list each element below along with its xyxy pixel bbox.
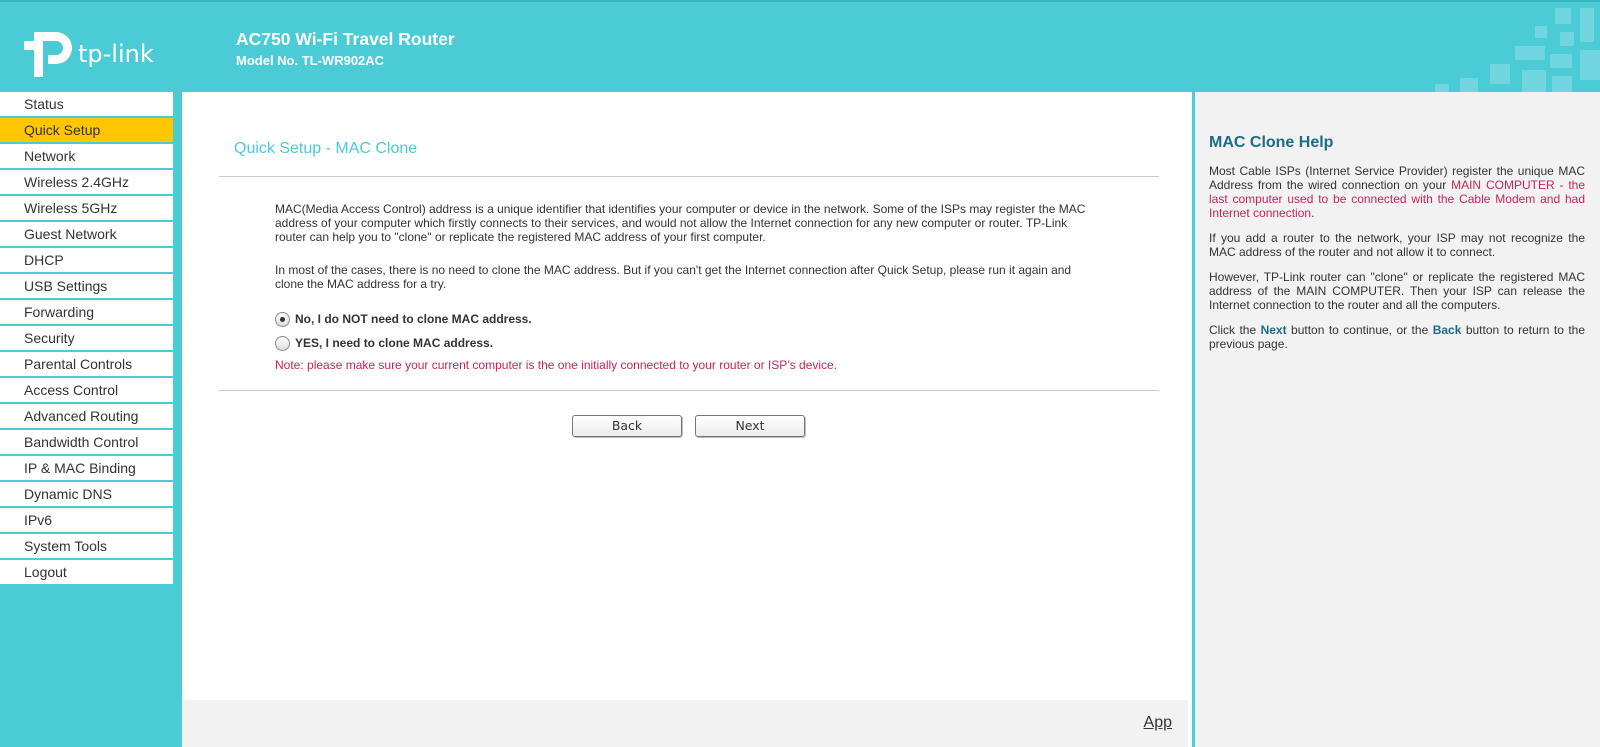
sidebar-item-ip-mac-binding[interactable]: IP & MAC Binding [0,456,173,480]
help-title: MAC Clone Help [1209,134,1334,151]
option-no-clone-label: No, I do NOT need to clone MAC address. [295,312,532,326]
divider-bottom [219,390,1159,391]
help-paragraph-3: However, TP-Link router can "clone" or r… [1209,270,1585,312]
help-panel: MAC Clone Help Most Cable ISPs (Internet… [1195,92,1600,747]
sidebar-item-security[interactable]: Security [0,326,173,350]
product-title: AC750 Wi-Fi Travel Router [236,29,455,49]
divider-top [219,176,1159,177]
main-panel: Quick Setup - MAC Clone MAC(Media Access… [182,92,1192,747]
sidebar-item-bandwidth-control[interactable]: Bandwidth Control [0,430,173,454]
sidebar-item-dynamic-dns[interactable]: Dynamic DNS [0,482,173,506]
sidebar-item-network[interactable]: Network [0,144,173,168]
sidebar-item-ipv6[interactable]: IPv6 [0,508,173,532]
sidebar-item-system-tools[interactable]: System Tools [0,534,173,558]
sidebar-item-status[interactable]: Status [0,92,173,116]
option-yes-clone-label: YES, I need to clone MAC address. [295,336,494,350]
warning-note: Note: please make sure your current comp… [275,358,838,372]
help-text: Click the [1209,323,1261,337]
sidebar-item-wireless-5ghz[interactable]: Wireless 5GHz [0,196,173,220]
sidebar-item-logout[interactable]: Logout [0,560,173,584]
help-keyword-next: Next [1260,323,1287,337]
sidebar-item-wireless-2-4ghz[interactable]: Wireless 2.4GHz [0,170,173,194]
sidebar-item-forwarding[interactable]: Forwarding [0,300,173,324]
sidebar-item-advanced-routing[interactable]: Advanced Routing [0,404,173,428]
option-no-clone[interactable]: No, I do NOT need to clone MAC address. [275,310,532,328]
back-button[interactable]: Back [572,415,682,437]
radio-yes-clone[interactable] [275,335,290,351]
page-title: Quick Setup - MAC Clone [234,140,418,157]
radio-no-clone[interactable] [275,311,290,327]
brand-wordmark: tp-link [78,40,154,68]
sidebar-nav: Status Quick Setup Network Wireless 2.4G… [0,92,173,586]
intro-paragraph-2: In most of the cases, there is no need t… [275,263,1072,291]
help-keyword-back: Back [1432,323,1462,337]
help-paragraph-1: Most Cable ISPs (Internet Service Provid… [1209,164,1585,220]
help-text: . [1311,206,1315,220]
app-link[interactable]: App [1144,714,1172,732]
sidebar-item-parental-controls[interactable]: Parental Controls [0,352,173,376]
tp-link-logo: tp-link [24,28,164,80]
sidebar-item-quick-setup[interactable]: Quick Setup [0,118,173,142]
help-paragraph-4: Click the Next button to continue, or th… [1209,323,1585,351]
sidebar-item-guest-network[interactable]: Guest Network [0,222,173,246]
next-button[interactable]: Next [695,415,805,437]
intro-paragraph: MAC(Media Access Control) address is a u… [275,202,1086,244]
sidebar-item-dhcp[interactable]: DHCP [0,248,173,272]
footer-bar: App [182,700,1188,747]
header-pattern-icon [1435,8,1600,92]
help-text: button to continue, or the [1286,323,1433,337]
sidebar-item-usb-settings[interactable]: USB Settings [0,274,173,298]
option-yes-clone[interactable]: YES, I need to clone MAC address. [275,334,493,352]
sidebar-item-access-control[interactable]: Access Control [0,378,173,402]
header: tp-link AC750 Wi-Fi Travel Router Model … [0,0,1600,92]
model-number: Model No. TL-WR902AC [236,53,385,68]
help-paragraph-2: If you add a router to the network, your… [1209,231,1585,259]
